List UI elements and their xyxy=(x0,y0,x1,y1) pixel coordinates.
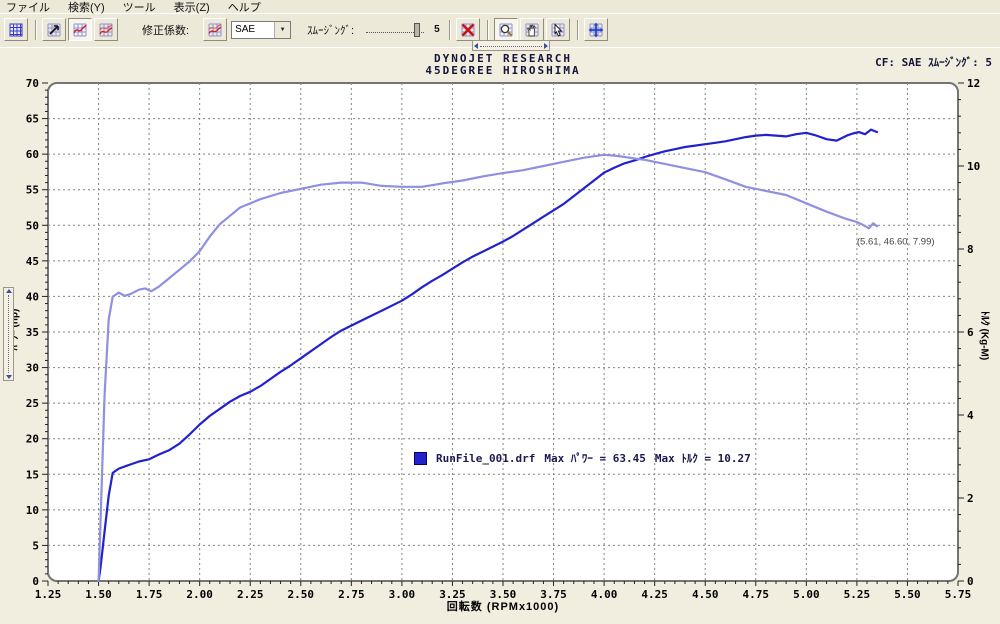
plot-area[interactable]: 1.251.501.752.002.252.502.753.003.253.50… xyxy=(0,48,1000,624)
graph-multi-run-button[interactable] xyxy=(94,18,118,41)
pan-tool-icon xyxy=(524,22,540,38)
svg-text:50: 50 xyxy=(26,219,39,232)
svg-text:0: 0 xyxy=(32,575,39,588)
menu-help[interactable]: ヘルプ xyxy=(228,0,261,15)
delete-run-icon xyxy=(460,22,476,38)
svg-text:10: 10 xyxy=(26,504,39,517)
svg-text:(5.61, 46.60, 7.99): (5.61, 46.60, 7.99) xyxy=(857,236,935,247)
svg-text:15: 15 xyxy=(26,468,39,481)
menu-file[interactable]: ファイル xyxy=(6,0,50,15)
smoothing-slider[interactable] xyxy=(364,22,426,37)
svg-text:60: 60 xyxy=(26,148,39,161)
svg-text:30: 30 xyxy=(26,362,39,375)
graph-arrow-icon xyxy=(46,22,62,38)
table-view-icon xyxy=(8,22,24,38)
x-axis-label: 回転数 (RPMx1000) xyxy=(48,598,958,614)
y-axis-right-label: ﾄﾙｸ (Kg-M) xyxy=(979,296,994,376)
correction-factor-value: SAE xyxy=(232,24,274,35)
pan-tool-button[interactable] xyxy=(520,18,544,41)
svg-text:45: 45 xyxy=(26,255,39,268)
scrollbar-track[interactable] xyxy=(8,295,10,373)
zoom-tool-icon xyxy=(498,22,514,38)
smoothing-label: ｽﾑｰｼﾞﾝｸﾞ: xyxy=(307,22,354,38)
svg-text:40: 40 xyxy=(26,290,39,303)
legend-file-name: RunFile_001.drf xyxy=(436,452,535,465)
menu-search[interactable]: 検索(Y) xyxy=(68,0,105,15)
smoothing-value: 5 xyxy=(434,24,440,35)
menu-view[interactable]: 表示(Z) xyxy=(174,0,210,15)
scroll-left-arrow-icon[interactable] xyxy=(474,43,478,49)
legend-swatch xyxy=(414,452,427,465)
slider-handle[interactable] xyxy=(414,23,420,37)
svg-text:25: 25 xyxy=(26,397,39,410)
svg-text:70: 70 xyxy=(26,77,39,90)
chart-subtitle: 45DEGREE HIROSHIMA xyxy=(48,64,958,77)
run-select-scrollbar[interactable] xyxy=(472,40,550,51)
graph-arrow-button[interactable] xyxy=(42,18,66,41)
dropdown-arrow-icon[interactable]: ▼ xyxy=(274,22,290,38)
zoom-tool-button[interactable] xyxy=(494,18,518,41)
svg-text:10: 10 xyxy=(967,160,980,173)
menu-tools[interactable]: ツール xyxy=(123,0,156,15)
correction-factor-select[interactable]: SAE ▼ xyxy=(231,21,291,39)
svg-text:5: 5 xyxy=(32,539,39,552)
toolbar-separator xyxy=(577,20,579,40)
graph-single-run-icon xyxy=(72,22,88,38)
correction-factor-button[interactable] xyxy=(203,18,227,41)
svg-text:6: 6 xyxy=(967,326,974,339)
toolbar-separator xyxy=(487,20,489,40)
svg-text:0: 0 xyxy=(967,575,974,588)
scroll-up-arrow-icon[interactable] xyxy=(6,289,12,293)
scrollbar-track[interactable] xyxy=(480,45,542,47)
pointer-tool-icon xyxy=(550,22,566,38)
chart-canvas: DYNOJET RESEARCH 45DEGREE HIROSHIMA CF: … xyxy=(0,47,1000,624)
svg-text:8: 8 xyxy=(967,243,974,256)
fit-graph-button[interactable] xyxy=(584,18,608,41)
svg-text:12: 12 xyxy=(967,77,980,90)
delete-run-button[interactable] xyxy=(456,18,480,41)
chart-vertical-scrollbar[interactable] xyxy=(3,287,14,381)
legend: RunFile_001.drf Max ﾊﾟﾜｰ = 63.45 Max ﾄﾙｸ… xyxy=(414,450,751,466)
svg-text:4: 4 xyxy=(967,409,974,422)
scroll-down-arrow-icon[interactable] xyxy=(6,375,12,379)
correction-smoothing-readout: CF: SAE ｽﾑｰｼﾞﾝｸﾞ: 5 xyxy=(875,54,992,70)
legend-max-power: Max ﾊﾟﾜｰ = 63.45 xyxy=(544,450,645,466)
graph-single-run-button[interactable] xyxy=(68,18,92,41)
correction-factor-label: 修正係数: xyxy=(142,22,189,38)
toolbar-separator xyxy=(449,20,451,40)
svg-text:2: 2 xyxy=(967,492,974,505)
svg-text:35: 35 xyxy=(26,326,39,339)
table-view-button[interactable] xyxy=(4,18,28,41)
menu-bar: ファイル 検索(Y) ツール 表示(Z) ヘルプ xyxy=(0,0,1000,14)
scroll-right-arrow-icon[interactable] xyxy=(544,43,548,49)
svg-text:55: 55 xyxy=(26,184,39,197)
toolbar-separator xyxy=(35,20,37,40)
legend-max-torque: Max ﾄﾙｸ = 10.27 xyxy=(655,450,751,466)
graph-multi-run-icon xyxy=(98,22,114,38)
pointer-tool-button[interactable] xyxy=(546,18,570,41)
correction-factor-icon xyxy=(207,22,223,38)
fit-graph-icon xyxy=(588,22,604,38)
svg-text:65: 65 xyxy=(26,113,39,126)
svg-text:20: 20 xyxy=(26,433,39,446)
